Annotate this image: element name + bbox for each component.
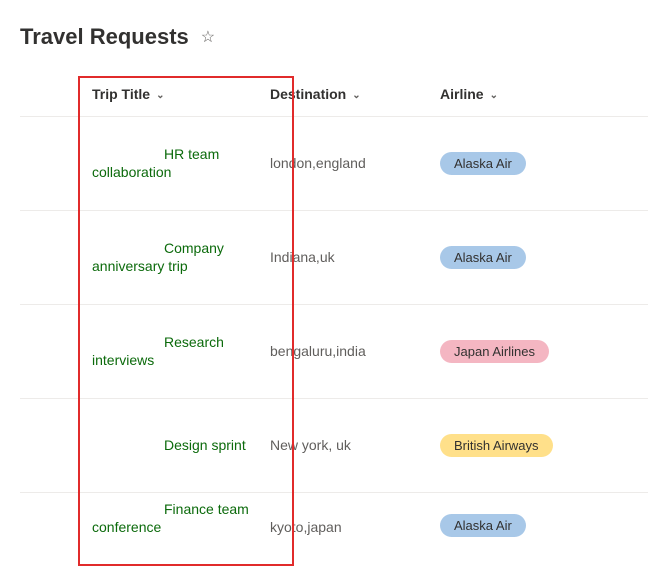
- table-row: Company anniversary trip Indiana,uk Alaska…: [20, 211, 648, 305]
- page-header: Travel Requests ☆: [0, 0, 668, 76]
- table-row: HR team collaboration london,england Alask…: [20, 117, 648, 211]
- destination-text: Indiana,uk: [270, 249, 335, 265]
- destination-text: london,england: [270, 155, 366, 171]
- destination-text: New york, uk: [270, 437, 351, 453]
- table-row: Design sprint New york, uk British Airways: [20, 399, 648, 493]
- column-header-trip-title[interactable]: Trip Title ⌄: [20, 86, 270, 102]
- chevron-down-icon: ⌄: [156, 90, 164, 101]
- list-container: Trip Title ⌄ Destination ⌄ Airline ⌄ HR …: [0, 76, 668, 541]
- airline-pill[interactable]: Alaska Air: [440, 514, 526, 537]
- trip-title-link[interactable]: Finance team conference: [92, 501, 249, 535]
- column-header-label: Destination: [270, 86, 346, 102]
- destination-text: bengaluru,india: [270, 343, 366, 359]
- trip-title-link[interactable]: Design sprint: [92, 437, 246, 453]
- trip-title-link[interactable]: HR team collaboration: [92, 146, 219, 180]
- table-header-row: Trip Title ⌄ Destination ⌄ Airline ⌄: [20, 76, 648, 117]
- table-body: HR team collaboration london,england Alask…: [20, 117, 648, 541]
- airline-pill[interactable]: Japan Airlines: [440, 340, 549, 363]
- chevron-down-icon: ⌄: [490, 90, 498, 101]
- airline-pill[interactable]: Alaska Air: [440, 152, 526, 175]
- airline-pill[interactable]: Alaska Air: [440, 246, 526, 269]
- column-header-airline[interactable]: Airline ⌄: [440, 86, 580, 102]
- airline-pill[interactable]: British Airways: [440, 434, 553, 457]
- chevron-down-icon: ⌄: [352, 90, 360, 101]
- column-header-label: Trip Title: [92, 86, 150, 102]
- column-header-label: Airline: [440, 86, 484, 102]
- trip-title-link[interactable]: Research interviews: [92, 334, 224, 368]
- page-title: Travel Requests: [20, 24, 189, 50]
- destination-text: kyoto,japan: [270, 519, 342, 535]
- table-row: Research interviews bengaluru,india Japan …: [20, 305, 648, 399]
- favorite-star-icon[interactable]: ☆: [201, 27, 215, 47]
- trip-title-link[interactable]: Company anniversary trip: [92, 240, 224, 274]
- column-header-destination[interactable]: Destination ⌄: [270, 86, 440, 102]
- table-row: Finance team conference kyoto,japan Alaska…: [20, 493, 648, 541]
